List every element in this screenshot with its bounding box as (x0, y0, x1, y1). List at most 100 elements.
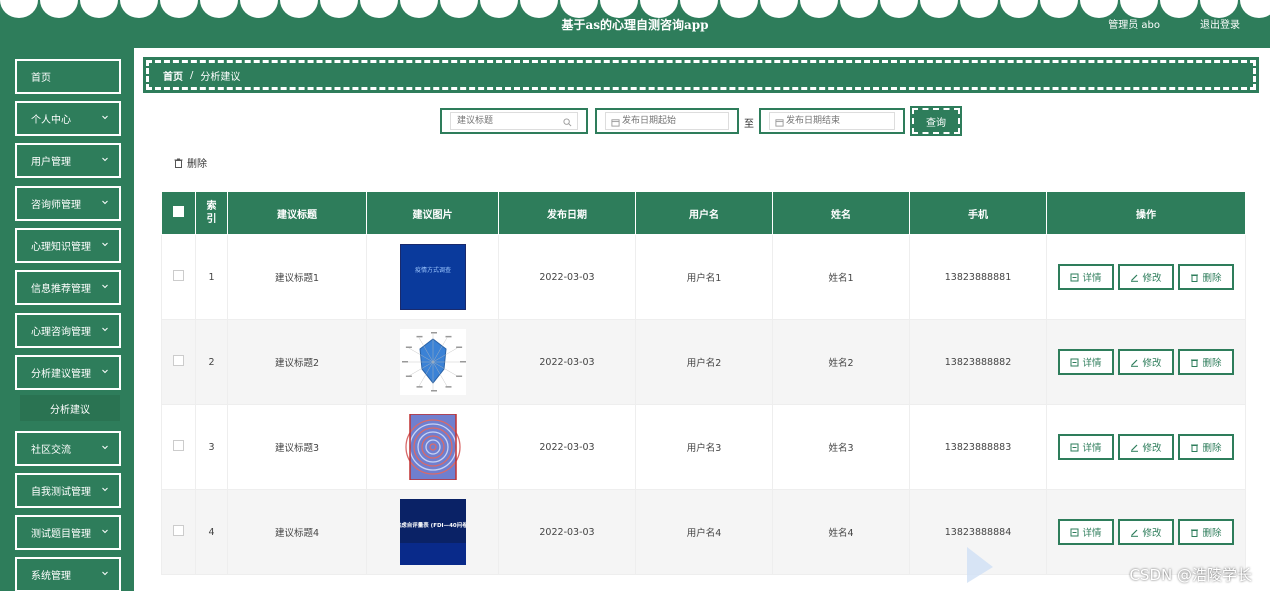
detail-button[interactable]: 详情 (1058, 519, 1114, 545)
delete-label: 删除 (1202, 443, 1222, 454)
row-checkbox[interactable] (173, 270, 184, 281)
sidebar-item-counselors[interactable]: 咨询师管理 (15, 186, 121, 221)
sidebar-item-system[interactable]: 系统管理 (15, 557, 121, 592)
delete-label: 删除 (1202, 273, 1222, 284)
cell-date: 2022-03-03 (498, 404, 636, 490)
edit-button[interactable]: 修改 (1118, 349, 1174, 375)
cell-image: 焦虑自评量表 (FDI—40问卷) (366, 489, 499, 575)
trash-icon (1191, 359, 1199, 367)
row-select-cell (161, 404, 196, 490)
date-end-box (759, 108, 905, 134)
cell-actions: 详情 修改 删除 (1046, 489, 1246, 575)
batch-delete-button[interactable]: 删除 (174, 155, 207, 170)
breadcrumb-home[interactable]: 首页 (163, 68, 183, 83)
pencil-icon (1131, 274, 1139, 282)
cell-name: 姓名4 (772, 489, 910, 575)
select-all-checkbox[interactable] (173, 206, 184, 217)
edit-label: 修改 (1142, 443, 1162, 454)
logout-link[interactable]: 退出登录 (1200, 16, 1240, 31)
detail-button[interactable]: 详情 (1058, 264, 1114, 290)
cell-name: 姓名2 (772, 319, 910, 405)
cell-index: 4 (195, 489, 228, 575)
delete-button[interactable]: 删除 (1178, 434, 1234, 460)
app-title: 基于as的心理自测咨询app (561, 18, 709, 32)
date-start-box (595, 108, 739, 134)
sidebar-item-label: 测试题目管理 (31, 529, 91, 540)
sidebar-item-analysis[interactable]: 分析建议管理 (15, 355, 121, 390)
header-date: 发布日期 (498, 191, 636, 235)
cell-index: 1 (195, 234, 228, 320)
delete-label: 删除 (1202, 528, 1222, 539)
select-all-cell (161, 191, 196, 235)
cell-title: 建议标题4 (227, 489, 367, 575)
delete-button[interactable]: 删除 (1178, 519, 1234, 545)
cell-title: 建议标题2 (227, 319, 367, 405)
cell-name: 姓名1 (772, 234, 910, 320)
header-actions: 操作 (1046, 191, 1246, 235)
query-button[interactable]: 查询 (910, 106, 962, 136)
chevron-down-icon (102, 115, 108, 120)
edit-label: 修改 (1142, 273, 1162, 284)
cell-date: 2022-03-03 (498, 489, 636, 575)
edit-button[interactable]: 修改 (1118, 264, 1174, 290)
cell-title: 建议标题3 (227, 404, 367, 490)
cell-username: 用户名4 (635, 489, 773, 575)
row-checkbox[interactable] (173, 440, 184, 451)
title-search-input[interactable] (450, 112, 578, 130)
detail-label: 详情 (1082, 273, 1102, 284)
calendar-icon (611, 119, 620, 127)
header-index: 索引 (195, 191, 228, 235)
sidebar-item-selftest[interactable]: 自我测试管理 (15, 473, 121, 508)
cell-image (366, 319, 499, 405)
trash-icon (1191, 274, 1199, 282)
date-end-input[interactable] (769, 112, 895, 130)
watermark: CSDN @浩陵学长 (1129, 566, 1252, 584)
image-caption: 焦虑自评量表 (FDI—40问卷) (400, 521, 466, 529)
trash-icon (1191, 444, 1199, 452)
cell-phone: 13823888883 (909, 404, 1047, 490)
sidebar-item-community[interactable]: 社区交流 (15, 431, 121, 466)
advice-image: 焦虑自评量表 (FDI—40问卷) (399, 499, 466, 565)
calendar-icon (775, 119, 784, 127)
breadcrumb-separator: / (190, 69, 194, 81)
breadcrumb: 首页 / 分析建议 (143, 57, 1259, 93)
detail-button[interactable]: 详情 (1058, 349, 1114, 375)
title-search-box (440, 108, 588, 134)
sidebar-item-consult[interactable]: 心理咨询管理 (15, 313, 121, 348)
sidebar-item-label: 咨询师管理 (31, 200, 81, 211)
delete-button[interactable]: 删除 (1178, 349, 1234, 375)
sidebar-item-users[interactable]: 用户管理 (15, 143, 121, 178)
sidebar-item-label: 自我测试管理 (31, 487, 91, 498)
row-select-cell (161, 234, 196, 320)
cell-phone: 13823888881 (909, 234, 1047, 320)
detail-button[interactable]: 详情 (1058, 434, 1114, 460)
sidebar-item-home[interactable]: 首页 (15, 59, 121, 94)
trash-icon (174, 158, 183, 168)
top-bar: 基于as的心理自测咨询app 管理员 abo 退出登录 (0, 0, 1270, 48)
sidebar-item-profile[interactable]: 个人中心 (15, 101, 121, 136)
batch-delete-label: 删除 (187, 159, 207, 170)
sidebar-item-knowledge[interactable]: 心理知识管理 (15, 228, 121, 263)
row-checkbox[interactable] (173, 525, 184, 536)
edit-button[interactable]: 修改 (1118, 519, 1174, 545)
pencil-icon (1131, 359, 1139, 367)
row-select-cell (161, 319, 196, 405)
chevron-down-icon (102, 157, 108, 162)
table-body: 1 建议标题1 疫情方式调查 2022-03-03 用户名1 姓名1 13823888881… (161, 234, 1246, 575)
cell-image: 疫情方式调查 (366, 234, 499, 320)
cell-image (366, 404, 499, 490)
table-row: 2 建议标题2 2022-03-03 用户名2 姓名2 13823888882 详情 修改 删除 (161, 319, 1246, 405)
cell-name: 姓名3 (772, 404, 910, 490)
table-row: 4建议标题4 焦虑自评量表 (FDI—40问卷) 2022-03-03用户名4姓名4… (161, 489, 1246, 575)
submenu-item-analysis[interactable]: 分析建议 (20, 395, 120, 421)
sidebar-item-recommend[interactable]: 信息推荐管理 (15, 270, 121, 305)
admin-label[interactable]: 管理员 abo (1108, 16, 1160, 31)
date-start-input[interactable] (605, 112, 729, 130)
delete-button[interactable]: 删除 (1178, 264, 1234, 290)
edit-button[interactable]: 修改 (1118, 434, 1174, 460)
row-checkbox[interactable] (173, 355, 184, 366)
sidebar-item-questions[interactable]: 测试题目管理 (15, 515, 121, 550)
chevron-down-icon (102, 529, 108, 534)
sidebar-item-label: 首页 (31, 73, 51, 84)
chevron-down-icon (102, 369, 108, 374)
